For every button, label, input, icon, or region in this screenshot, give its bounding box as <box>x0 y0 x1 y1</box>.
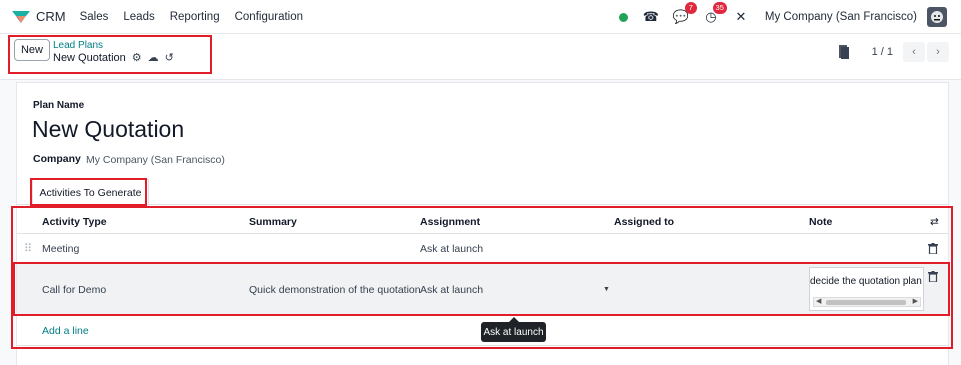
avatar-face-icon <box>931 11 943 23</box>
user-avatar[interactable] <box>927 7 947 27</box>
messages-icon[interactable]: 💬 7 <box>673 2 697 25</box>
pager: 1 / 1 ‹ › <box>838 42 949 62</box>
pager-prev-icon[interactable]: ‹ <box>903 42 925 62</box>
annotation-box-tab <box>30 178 147 206</box>
top-navbar: CRM Sales Leads Reporting Configuration … <box>0 0 961 34</box>
activities-badge: 35 <box>712 2 727 14</box>
menu-configuration[interactable]: Configuration <box>235 11 303 23</box>
tools-icon[interactable]: ✕ <box>733 9 749 25</box>
tab-divider <box>17 204 948 205</box>
main-menu: Sales Leads Reporting Configuration <box>80 11 318 23</box>
company-switcher[interactable]: My Company (San Francisco) <box>765 11 917 23</box>
menu-leads[interactable]: Leads <box>123 11 154 23</box>
plan-name-field[interactable]: New Quotation <box>32 116 184 143</box>
activities-clock-icon[interactable]: ◷ 35 <box>703 2 727 25</box>
annotation-box-row <box>13 262 950 316</box>
annotation-box-breadcrumb <box>8 35 212 74</box>
app-brand[interactable]: CRM <box>12 9 66 24</box>
phone-icon[interactable]: ☎ <box>643 9 659 25</box>
messages-badge: 7 <box>684 2 697 14</box>
bookmark-icon[interactable] <box>838 45 850 59</box>
pager-counter[interactable]: 1 / 1 <box>872 46 893 58</box>
company-label: Company <box>33 153 81 165</box>
plan-name-label: Plan Name <box>33 100 85 111</box>
navbar-systray: ☎ 💬 7 ◷ 35 ✕ My Company (San Francisco) <box>618 0 947 34</box>
pager-next-icon[interactable]: › <box>927 42 949 62</box>
company-field[interactable]: My Company (San Francisco) <box>86 154 225 166</box>
app-name: CRM <box>36 9 66 24</box>
menu-reporting[interactable]: Reporting <box>170 11 220 23</box>
crm-logo-icon <box>12 10 30 23</box>
menu-sales[interactable]: Sales <box>80 11 109 23</box>
status-online-icon <box>618 12 628 22</box>
